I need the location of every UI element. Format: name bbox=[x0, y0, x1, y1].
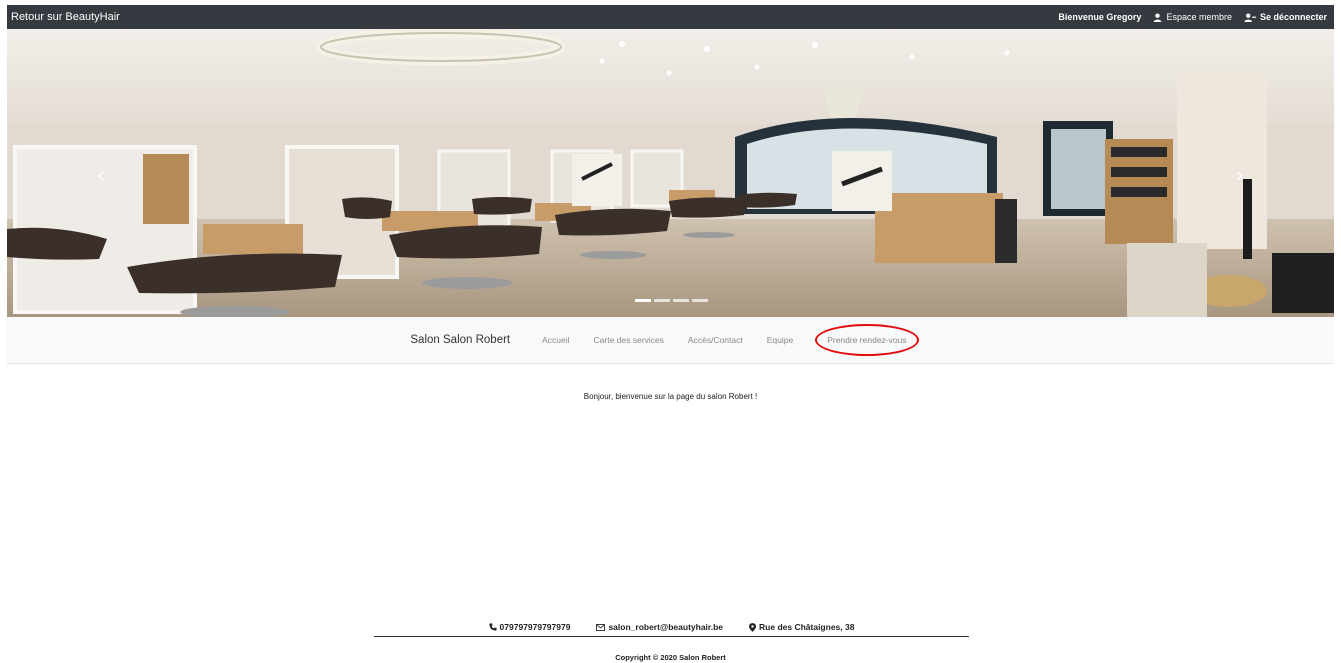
carousel-indicator[interactable] bbox=[673, 299, 689, 302]
back-to-beautyhair-link[interactable]: Retour sur BeautyHair bbox=[11, 11, 120, 23]
nav-link-acces-contact[interactable]: Accès/Contact bbox=[688, 335, 743, 345]
nav-link-equipe[interactable]: Equipe bbox=[767, 335, 793, 345]
envelope-icon bbox=[596, 623, 606, 631]
user-logout-icon bbox=[1244, 13, 1256, 22]
carousel-next-button[interactable]: › bbox=[1236, 163, 1244, 187]
footer-address-text: Rue des Châtaignes, 38 bbox=[759, 622, 855, 632]
logout-label: Se déconnecter bbox=[1259, 12, 1327, 22]
logout-link[interactable]: Se déconnecter bbox=[1244, 12, 1327, 22]
salon-name-brand[interactable]: Salon Salon Robert bbox=[410, 334, 510, 346]
carousel-indicators bbox=[635, 299, 708, 302]
phone-icon bbox=[488, 623, 497, 631]
hero-carousel: ‹ › bbox=[7, 29, 1334, 317]
footer-contacts: 079797979797979 salon_robert@beautyhair.… bbox=[374, 622, 969, 632]
top-navbar: Retour sur BeautyHair Bienvenue Gregory … bbox=[7, 5, 1334, 29]
footer-email: salon_robert@beautyhair.be bbox=[596, 622, 723, 632]
footer-phone: 079797979797979 bbox=[488, 622, 571, 632]
footer-phone-text: 079797979797979 bbox=[499, 622, 571, 632]
nav-link-prendre-rendez-vous[interactable]: Prendre rendez-vous bbox=[815, 324, 919, 356]
member-space-label: Espace membre bbox=[1166, 12, 1232, 22]
footer-divider bbox=[374, 636, 969, 637]
nav-link-accueil[interactable]: Accueil bbox=[542, 335, 569, 345]
carousel-prev-button[interactable]: ‹ bbox=[97, 163, 105, 187]
nav-link-carte-des-services[interactable]: Carte des services bbox=[594, 335, 664, 345]
carousel-indicator[interactable] bbox=[692, 299, 708, 302]
salon-interior-image bbox=[7, 29, 1334, 317]
carousel-indicator[interactable] bbox=[635, 299, 651, 302]
footer-address: Rue des Châtaignes, 38 bbox=[749, 622, 854, 632]
footer-email-text[interactable]: salon_robert@beautyhair.be bbox=[608, 622, 723, 632]
welcome-user-text: Bienvenue Gregory bbox=[1058, 12, 1142, 22]
map-marker-icon bbox=[749, 622, 757, 632]
carousel-indicator[interactable] bbox=[654, 299, 670, 302]
welcome-message: Bonjour, bienvenue sur la page du salon … bbox=[583, 392, 758, 401]
user-icon bbox=[1153, 13, 1162, 22]
footer-copyright: Copyright © 2020 Salon Robert bbox=[615, 653, 726, 662]
topbar-user-area: Bienvenue Gregory Espace membre Se décon… bbox=[1058, 12, 1327, 22]
member-space-link[interactable]: Espace membre bbox=[1153, 12, 1232, 22]
salon-navbar: Salon Salon Robert Accueil Carte des ser… bbox=[7, 317, 1334, 364]
